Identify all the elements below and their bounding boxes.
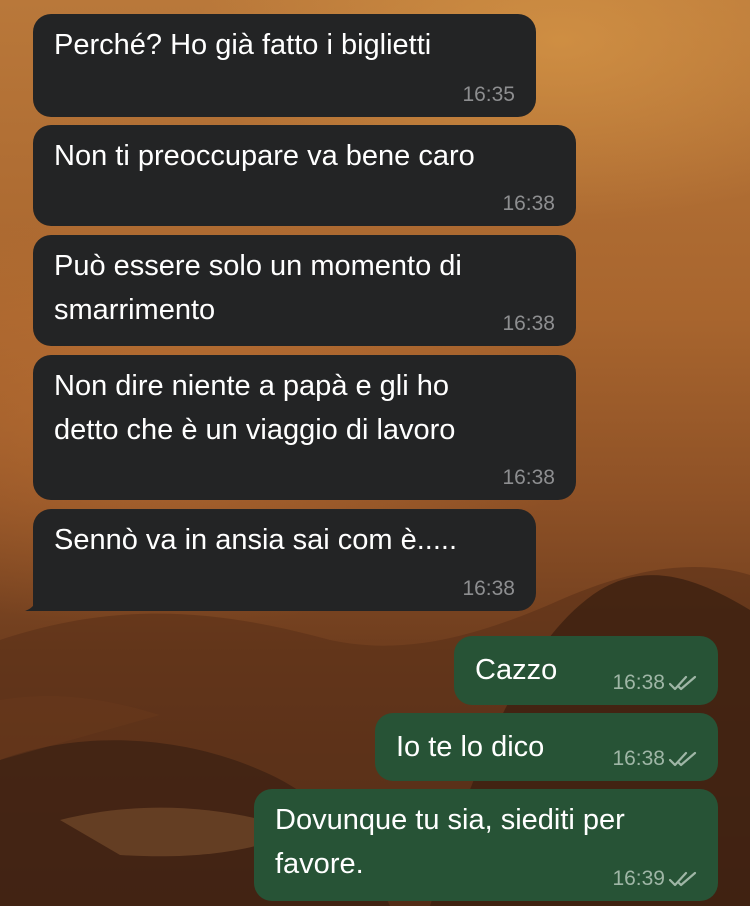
message-timestamp: 16:38 bbox=[502, 466, 555, 489]
message-bubble-incoming[interactable]: Sennò va in ansia sai com è..... 16:38 bbox=[25, 509, 536, 611]
message-bubble-incoming[interactable]: Perché? Ho già fatto i biglietti 16:35 bbox=[33, 14, 536, 117]
message-text: Non ti preoccupare va bene caro bbox=[54, 140, 475, 172]
message-bubble-incoming[interactable]: Può essere solo un momento di smarriment… bbox=[33, 235, 576, 346]
message-text: Può essere solo un momento di smarriment… bbox=[54, 250, 462, 326]
message-bubble-outgoing[interactable]: Cazzo 16:38 bbox=[454, 636, 718, 705]
message-text: Perché? Ho già fatto i biglietti bbox=[54, 29, 432, 61]
bubble-tail bbox=[25, 593, 45, 611]
message-text: Non dire niente a papà e gli ho detto ch… bbox=[54, 370, 456, 446]
message-timestamp: 16:38 bbox=[502, 192, 555, 215]
double-check-icon bbox=[669, 751, 697, 767]
double-check-icon bbox=[669, 871, 697, 887]
message-timestamp: 16:38 bbox=[502, 312, 555, 335]
message-timestamp: 16:38 bbox=[612, 671, 697, 695]
message-bubble-incoming[interactable]: Non dire niente a papà e gli ho detto ch… bbox=[33, 355, 576, 500]
message-text: Sennò va in ansia sai com è..... bbox=[54, 524, 457, 556]
message-bubble-outgoing[interactable]: Dovunque tu sia, siediti per favore. 16:… bbox=[254, 789, 718, 901]
message-timestamp: 16:35 bbox=[462, 83, 515, 106]
message-timestamp: 16:38 bbox=[462, 577, 515, 600]
message-bubble-outgoing[interactable]: Io te lo dico 16:38 bbox=[375, 713, 718, 781]
message-timestamp: 16:38 bbox=[612, 747, 697, 771]
message-timestamp: 16:39 bbox=[612, 867, 697, 891]
message-bubble-incoming[interactable]: Non ti preoccupare va bene caro 16:38 bbox=[33, 125, 576, 226]
double-check-icon bbox=[669, 675, 697, 691]
